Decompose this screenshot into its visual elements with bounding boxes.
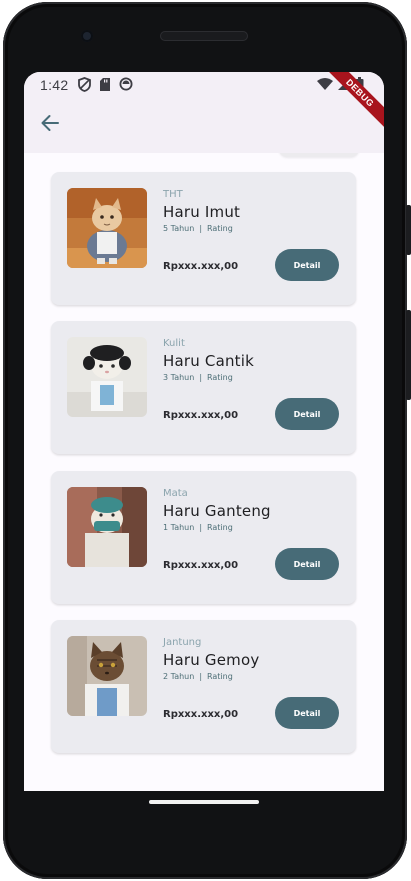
arrow-back-icon bbox=[40, 114, 60, 136]
power-button bbox=[406, 310, 411, 400]
doctor-price: Rpxxx.xxx,00 bbox=[163, 709, 239, 720]
doctor-meta: 2 Tahun | Rating bbox=[163, 672, 233, 681]
wifi-icon bbox=[317, 77, 333, 95]
doctor-photo bbox=[67, 337, 147, 417]
doctor-price: Rpxxx.xxx,00 bbox=[163, 410, 239, 421]
status-time: 1:42 bbox=[40, 77, 69, 93]
doctor-meta: 3 Tahun | Rating bbox=[163, 373, 233, 382]
shield-icon bbox=[78, 77, 91, 95]
doctor-card[interactable]: Mata Haru Ganteng 1 Tahun | Rating Rpxxx… bbox=[51, 471, 356, 604]
doctor-rating: Rating bbox=[207, 523, 233, 532]
doctor-name: Haru Ganteng bbox=[163, 502, 271, 520]
doctor-card[interactable]: Jantung Haru Gemoy 2 Tahun | Rating Rpxx… bbox=[51, 620, 356, 753]
detail-button[interactable]: Detail bbox=[275, 249, 339, 281]
doctor-name: Haru Imut bbox=[163, 203, 241, 221]
doctor-rating: Rating bbox=[207, 672, 233, 681]
doctor-price: Rpxxx.xxx,00 bbox=[163, 560, 239, 571]
doctor-photo bbox=[67, 487, 147, 567]
app-screen: 1:42 DEBUG THT Haru Imut 5 Tahun | Ratin… bbox=[24, 72, 384, 791]
doctor-rating: Rating bbox=[207, 224, 233, 233]
detail-button[interactable]: Detail bbox=[275, 398, 339, 430]
doctor-meta: 1 Tahun | Rating bbox=[163, 523, 233, 532]
home-indicator[interactable] bbox=[149, 800, 259, 804]
meta-separator: | bbox=[199, 523, 203, 532]
app-bar: 1:42 DEBUG bbox=[24, 72, 384, 153]
doctor-experience: 5 Tahun bbox=[163, 224, 195, 233]
doctor-photo bbox=[67, 636, 147, 716]
detail-button[interactable]: Detail bbox=[275, 697, 339, 729]
volume-button bbox=[406, 205, 411, 255]
doctor-meta: 5 Tahun | Rating bbox=[163, 224, 233, 233]
doctor-list[interactable]: THT Haru Imut 5 Tahun | Rating Rpxxx.xxx… bbox=[24, 153, 384, 791]
phone-frame: 1:42 DEBUG THT Haru Imut 5 Tahun | Ratin… bbox=[0, 0, 411, 881]
doctor-category: Mata bbox=[163, 488, 188, 499]
doctor-price: Rpxxx.xxx,00 bbox=[163, 261, 239, 272]
doctor-category: Jantung bbox=[163, 637, 202, 648]
sync-icon bbox=[119, 77, 133, 95]
earpiece-speaker bbox=[160, 31, 248, 41]
doctor-photo bbox=[67, 188, 147, 268]
previous-card-detail-button[interactable] bbox=[279, 153, 359, 157]
sd-card-icon bbox=[99, 77, 111, 95]
doctor-experience: 3 Tahun bbox=[163, 373, 195, 382]
doctor-name: Haru Cantik bbox=[163, 352, 255, 370]
status-bar: 1:42 bbox=[24, 72, 384, 98]
doctor-rating: Rating bbox=[207, 373, 233, 382]
doctor-category: Kulit bbox=[163, 338, 185, 349]
doctor-experience: 1 Tahun bbox=[163, 523, 195, 532]
meta-separator: | bbox=[199, 672, 203, 681]
meta-separator: | bbox=[199, 373, 203, 382]
navigation-bar bbox=[24, 791, 384, 821]
meta-separator: | bbox=[199, 224, 203, 233]
doctor-name: Haru Gemoy bbox=[163, 651, 260, 669]
doctor-card[interactable]: THT Haru Imut 5 Tahun | Rating Rpxxx.xxx… bbox=[51, 172, 356, 305]
doctor-category: THT bbox=[163, 189, 183, 200]
doctor-card[interactable]: Kulit Haru Cantik 3 Tahun | Rating Rpxxx… bbox=[51, 321, 356, 454]
doctor-experience: 2 Tahun bbox=[163, 672, 195, 681]
back-button[interactable] bbox=[36, 111, 64, 139]
front-camera bbox=[81, 30, 93, 42]
detail-button[interactable]: Detail bbox=[275, 548, 339, 580]
